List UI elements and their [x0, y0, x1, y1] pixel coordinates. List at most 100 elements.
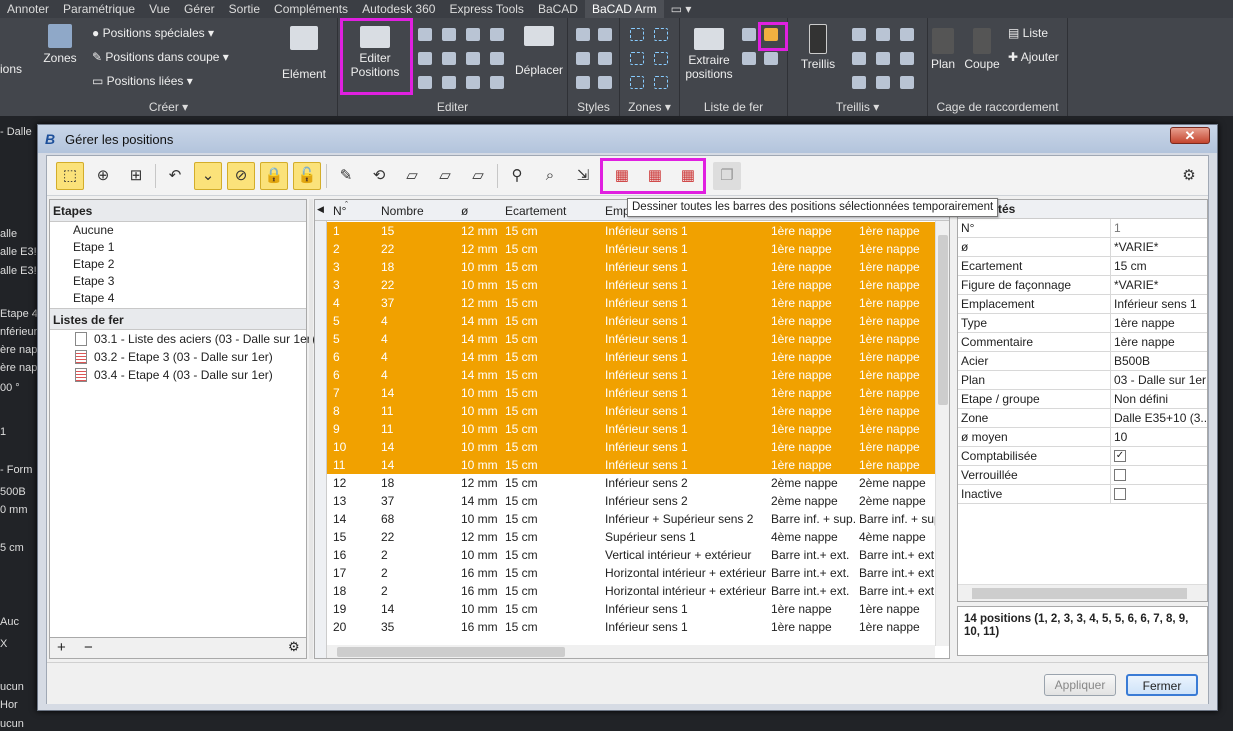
fermer-button[interactable]: Fermer [1126, 674, 1198, 696]
property-value[interactable] [1110, 466, 1207, 485]
settings-gear-icon[interactable]: ⚙ [288, 639, 300, 655]
coupe-button[interactable]: Coupe [964, 28, 1000, 71]
positions-speciales-button[interactable]: ● Positions spéciales ▾ [92, 26, 214, 40]
zone-icon[interactable] [654, 52, 668, 65]
property-checkbox[interactable] [1114, 468, 1126, 481]
edit-tool-icon[interactable] [418, 28, 432, 41]
treillis-tool-icon[interactable] [852, 28, 866, 41]
liste-item[interactable]: 03.1 - Liste des aciers (03 - Dalle sur … [50, 330, 315, 348]
ribbon-tab[interactable]: ▭ ▾ [664, 0, 699, 18]
gear-icon[interactable]: ⚙ [1175, 162, 1203, 190]
property-row[interactable]: Comptabilisée ✓ [958, 447, 1207, 466]
table-row[interactable]: 5 4 14 mm 15 cm Inférieur sens 1 1ère nappe 1è… [327, 330, 935, 348]
edit-tool-icon[interactable] [418, 76, 432, 89]
property-value[interactable]: 15 cm [1110, 257, 1207, 276]
treillis-tool-icon[interactable] [852, 76, 866, 89]
edit-tool-icon[interactable] [442, 28, 456, 41]
plan-button[interactable]: Plan [928, 28, 958, 71]
edit-tool-icon[interactable] [490, 52, 504, 65]
remove-button[interactable]: − [84, 639, 93, 656]
property-row[interactable]: ø moyen 10 [958, 428, 1207, 447]
ribbon-tab[interactable]: Paramétrique [56, 0, 142, 18]
ribbon-tab[interactable]: BaCAD [531, 0, 585, 18]
export-icon[interactable]: ⇲ [569, 162, 597, 190]
unlock-icon[interactable]: 🔓 [293, 162, 321, 190]
property-row[interactable]: Etape / groupe Non défini [958, 390, 1207, 409]
table-row[interactable]: 19 14 10 mm 15 cm Inférieur sens 1 1ère nappe… [327, 600, 935, 618]
table-row[interactable]: 12 18 12 mm 15 cm Inférieur sens 2 2ème nappe… [327, 474, 935, 492]
table-row[interactable]: 11 14 10 mm 15 cm Inférieur sens 1 1ère nappe… [327, 456, 935, 474]
etape-item[interactable]: Etape 4 [50, 290, 306, 307]
select-add-icon[interactable]: ⊕ [89, 162, 117, 190]
table-row[interactable]: 8 11 10 mm 15 cm Inférieur sens 1 1ère nappe 1… [327, 402, 935, 420]
zone-icon[interactable] [630, 76, 644, 89]
property-value[interactable]: Dalle E35+10 (3... [1110, 409, 1207, 428]
zone-icon[interactable] [630, 28, 644, 41]
table-row[interactable]: 15 22 12 mm 15 cm Supérieur sens 1 4ème nappe… [327, 528, 935, 546]
etape-item[interactable]: Aucune [50, 222, 306, 239]
property-value[interactable]: *VARIE* [1110, 238, 1207, 257]
style-icon[interactable] [576, 76, 590, 89]
style-icon[interactable] [598, 76, 612, 89]
table-row[interactable]: 16 2 10 mm 15 cm Vertical intérieur + extéri… [327, 546, 937, 564]
treillis-tool-icon[interactable] [876, 76, 890, 89]
ribbon-tab[interactable]: Compléments [267, 0, 355, 18]
property-row[interactable]: N° 1 [958, 219, 1207, 238]
table-row[interactable]: 13 37 14 mm 15 cm Inférieur sens 2 2ème nappe… [327, 492, 935, 510]
property-row[interactable]: Verrouillée [958, 466, 1207, 485]
liste-tool-icon[interactable] [742, 28, 756, 41]
extraire-positions-button[interactable]: Extraire positions [682, 28, 736, 81]
vertical-scrollbar[interactable] [935, 221, 949, 646]
property-row[interactable]: Acier B500B [958, 352, 1207, 371]
liste-tool-icon[interactable] [764, 52, 778, 65]
dialog-titlebar[interactable]: B Gérer les positions ✕ [38, 125, 1217, 153]
scroll-thumb[interactable] [938, 235, 948, 405]
style-icon[interactable] [576, 52, 590, 65]
table-row[interactable]: 6 4 14 mm 15 cm Inférieur sens 1 1ère nappe 1è… [327, 348, 935, 366]
property-row[interactable]: Figure de façonnage *VARIE* [958, 276, 1207, 295]
copy-icon[interactable]: ❐ [713, 162, 741, 190]
table-row[interactable]: 1 15 12 mm 15 cm Inférieur sens 1 1ère nappe 1… [327, 222, 935, 240]
table-row[interactable]: 2 22 12 mm 15 cm Inférieur sens 1 1ère nappe 1… [327, 240, 935, 258]
edit-tool-icon[interactable] [490, 76, 504, 89]
close-button[interactable]: ✕ [1170, 127, 1210, 144]
edit-tool-icon[interactable] [466, 52, 480, 65]
horizontal-scrollbar[interactable] [327, 645, 935, 658]
liste-cage-button[interactable]: ▤ Liste [1008, 26, 1048, 40]
table-row[interactable]: 18 2 16 mm 15 cm Horizontal intérieur + exté… [327, 582, 937, 600]
zones-button[interactable]: Zones [40, 24, 80, 65]
property-value[interactable]: 03 - Dalle sur 1er [1110, 371, 1207, 390]
table-row[interactable]: 6 4 14 mm 15 cm Inférieur sens 1 1ère nappe 1è… [327, 366, 935, 384]
filter-off-icon[interactable]: ⊘ [227, 162, 255, 190]
property-value[interactable]: 10 [1110, 428, 1207, 447]
renumber-icon[interactable]: ⟲ [365, 162, 393, 190]
edit-tool-icon[interactable] [442, 52, 456, 65]
column-header[interactable]: Nombre [381, 204, 424, 218]
treillis-tool-icon[interactable] [852, 52, 866, 65]
liste-item[interactable]: 03.4 - Etape 4 (03 - Dalle sur 1er) [50, 366, 306, 384]
table-row[interactable]: 10 14 10 mm 15 cm Inférieur sens 1 1ère nappe… [327, 438, 935, 456]
lock-icon[interactable]: 🔒 [260, 162, 288, 190]
binoculars-icon[interactable]: ⚲ [503, 162, 531, 190]
table-row[interactable]: 3 22 10 mm 15 cm Inférieur sens 1 1ère nappe 1… [327, 276, 935, 294]
element-button[interactable]: Elément [278, 26, 330, 81]
edit-tool-icon[interactable] [490, 28, 504, 41]
treillis-tool-icon[interactable] [876, 28, 890, 41]
ions-button[interactable]: ions [0, 62, 22, 76]
appliquer-button[interactable]: Appliquer [1044, 674, 1116, 696]
treillis-tool-icon[interactable] [900, 28, 914, 41]
style-icon[interactable] [598, 28, 612, 41]
property-row[interactable]: Zone Dalle E35+10 (3... [958, 409, 1207, 428]
liste-item[interactable]: 03.2 - Etape 3 (03 - Dalle sur 1er) [50, 348, 306, 366]
etape-item[interactable]: Etape 1 [50, 239, 306, 256]
splitter[interactable] [309, 199, 313, 659]
property-row[interactable]: Inactive [958, 485, 1207, 504]
table-row[interactable]: 20 35 16 mm 15 cm Inférieur sens 1 1ère nappe… [327, 618, 935, 636]
table-row[interactable]: 7 14 10 mm 15 cm Inférieur sens 1 1ère nappe 1… [327, 384, 935, 402]
table-row[interactable]: 9 11 10 mm 15 cm Inférieur sens 1 1ère nappe 1… [327, 420, 935, 438]
treillis-tool-icon[interactable] [876, 52, 890, 65]
table-row[interactable]: 17 2 16 mm 15 cm Horizontal intérieur + exté… [327, 564, 937, 582]
property-checkbox[interactable] [1114, 487, 1126, 500]
ribbon-tab[interactable]: Annoter [0, 0, 56, 18]
etape-item[interactable]: Etape 2 [50, 256, 306, 273]
